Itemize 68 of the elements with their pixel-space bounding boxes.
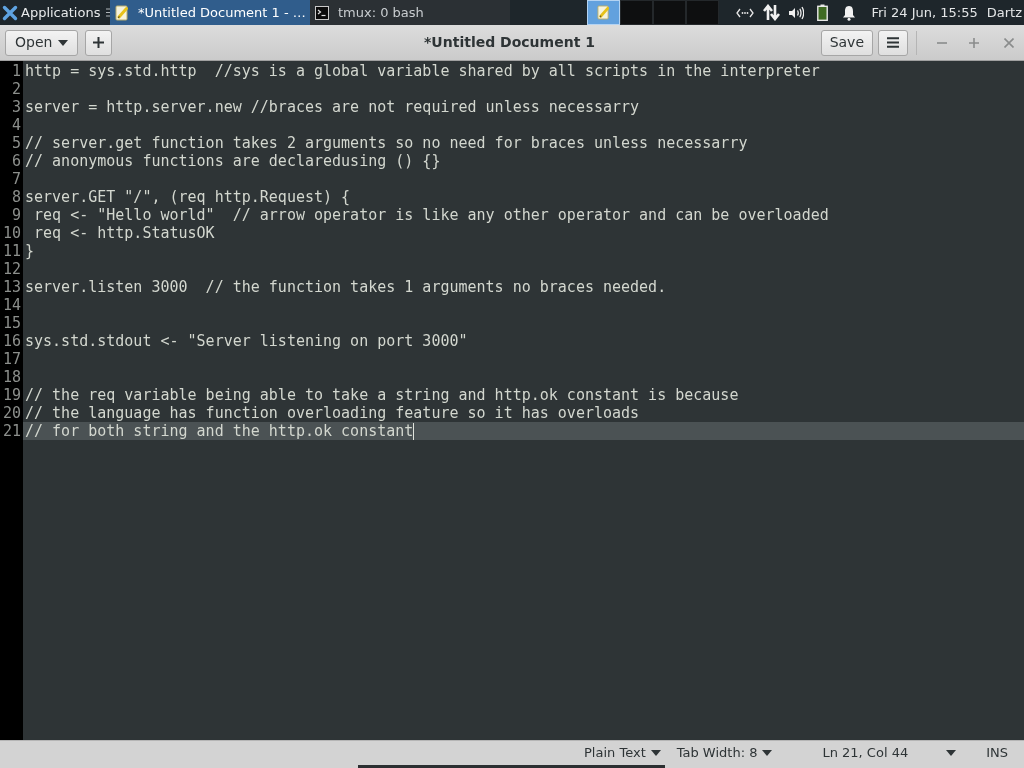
- code-line: // the req variable being able to take a string and http.ok constant is because: [25, 386, 739, 404]
- line-number: 15: [1, 314, 22, 332]
- cursor-position: Ln 21, Col 44: [822, 744, 909, 763]
- clock[interactable]: Fri 24 Jun, 15:55: [871, 2, 978, 23]
- code-line: server = http.server.new //braces are not required unless necessarry: [25, 98, 640, 116]
- line-number: 6: [10, 152, 22, 170]
- code-line: // for both string and the http.ok constant: [25, 422, 414, 440]
- code-line: // server.get function takes 2 arguments so no need for braces unless necessarry: [25, 134, 748, 152]
- line-number: 7: [10, 170, 22, 188]
- menu-button[interactable]: [878, 29, 908, 56]
- volume-icon[interactable]: [788, 5, 805, 20]
- line-number: 19: [1, 386, 22, 404]
- caret-icon: [58, 39, 69, 46]
- line-number: 3: [10, 98, 22, 116]
- line-number: 12: [1, 260, 22, 278]
- network-icon[interactable]: [736, 7, 755, 18]
- line-number: 4: [10, 116, 22, 134]
- applications-menu[interactable]: Applications: [0, 0, 110, 25]
- code-line: req <- http.StatusOK: [33, 224, 215, 242]
- caret-icon[interactable]: [946, 750, 957, 756]
- line-number: 21: [1, 422, 22, 440]
- note-icon: [115, 4, 129, 21]
- plus-icon: [93, 37, 105, 48]
- cross-logo-icon: [2, 4, 18, 21]
- line-number: 20: [1, 404, 22, 422]
- workspace-tile[interactable]: [653, 0, 687, 25]
- tab-width-dropdown[interactable]: Tab Width: 8: [676, 743, 773, 763]
- user-name[interactable]: Dartz: [986, 2, 1022, 23]
- new-tab-button[interactable]: [85, 29, 113, 56]
- line-number: 14: [1, 296, 22, 314]
- code-line: server.GET "/", (req http.Request) {: [25, 188, 351, 206]
- code-line: server.listen 3000 // the function takes 1 arguments no braces needed.: [25, 278, 667, 296]
- menu-icon: [106, 8, 113, 17]
- transfer-arrows-icon[interactable]: [762, 4, 782, 21]
- line-number: 10: [1, 224, 22, 242]
- line-number: 18: [1, 368, 22, 386]
- code-line: }: [25, 242, 35, 260]
- insert-mode: INS: [986, 744, 1008, 763]
- text-cursor: [413, 422, 415, 440]
- workspace-tile[interactable]: [686, 0, 720, 25]
- workspace-tile[interactable]: [620, 0, 654, 25]
- line-number: 13: [1, 278, 22, 296]
- code-line: // anonymous functions are declaredusing () {}: [25, 152, 441, 170]
- caret-icon: [762, 750, 773, 756]
- line-number: 11: [1, 242, 22, 260]
- line-number: 5: [10, 134, 22, 152]
- terminal-icon: [315, 5, 329, 20]
- code-line: // the language has function overloading feature so it has overloads: [25, 404, 640, 422]
- line-number: 17: [1, 350, 22, 368]
- code-line: http = sys.std.http //sys is a global variable shared by all scripts in the interpreter: [25, 62, 820, 80]
- line-number: 9: [10, 206, 22, 224]
- taskbar-button[interactable]: tmux: 0 bash: [310, 0, 510, 25]
- line-number: 1: [10, 62, 22, 80]
- battery-icon[interactable]: [817, 4, 829, 21]
- note-icon: [597, 5, 611, 20]
- open-button[interactable]: Open: [5, 29, 79, 56]
- line-number: 16: [1, 332, 22, 350]
- caret-icon: [650, 750, 661, 756]
- bell-icon[interactable]: [842, 4, 857, 21]
- save-button[interactable]: Save: [820, 29, 873, 56]
- code-line: sys.std.stdout <- "Server listening on port 3000": [25, 332, 468, 350]
- language-dropdown[interactable]: Plain Text: [584, 743, 661, 763]
- menu-icon: [887, 37, 899, 48]
- code-line: req <- "Hello world" // arrow operator is like any other operator and can be overloaded: [33, 206, 829, 224]
- window-title: *Untitled Document 1: [423, 33, 596, 52]
- line-number: 2: [10, 80, 22, 98]
- taskbar-button[interactable]: *Untitled Document 1 - …: [110, 0, 310, 25]
- line-number: 8: [10, 188, 22, 206]
